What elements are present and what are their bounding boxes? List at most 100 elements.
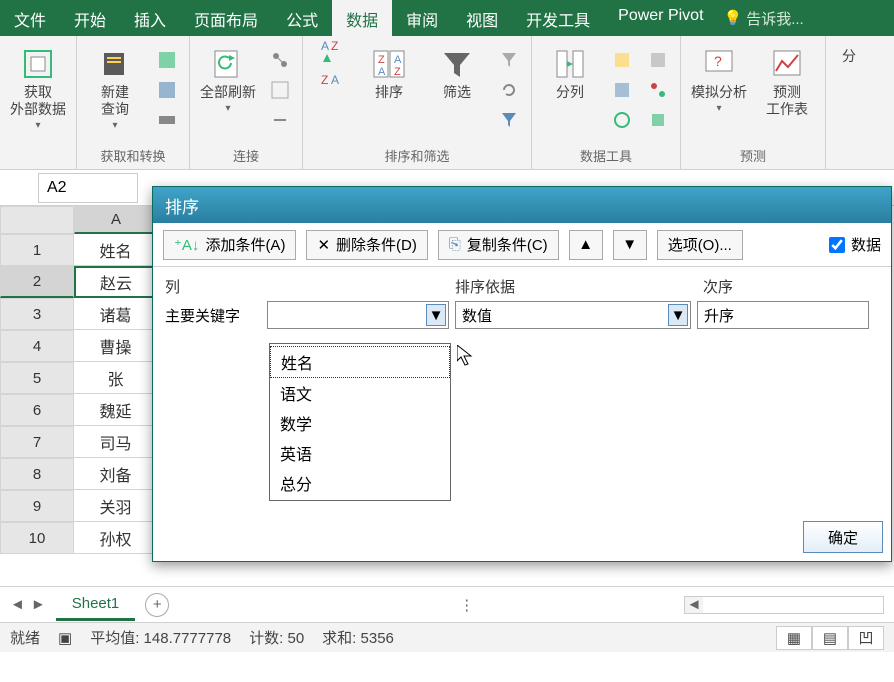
dropdown-item-total[interactable]: 总分 <box>270 468 450 498</box>
sort-dialog: 排序 ⁺A↓添加条件(A) ✕删除条件(D) ⎘复制条件(C) ▲ ▼ 选项(O… <box>152 186 892 562</box>
cell-a1[interactable]: 姓名 <box>74 234 158 266</box>
status-sum: 求和: 5356 <box>322 627 394 648</box>
dropdown-item-math[interactable]: 数学 <box>270 408 450 438</box>
sheet-nav-next[interactable]: ► <box>31 596 46 613</box>
add-condition-button[interactable]: ⁺A↓添加条件(A) <box>163 230 296 260</box>
cell-a8[interactable]: 刘备 <box>74 458 158 490</box>
row-header-3[interactable]: 3 <box>0 298 74 330</box>
scroll-left-icon[interactable]: ◄ <box>685 597 703 613</box>
page-layout-view-button[interactable]: ▤ <box>812 626 848 650</box>
row-header-7[interactable]: 7 <box>0 426 74 458</box>
tell-me-search[interactable]: 💡告诉我... <box>724 0 804 36</box>
text-to-columns-button[interactable]: 分列 <box>540 40 600 101</box>
recent-sources-button[interactable] <box>153 106 181 134</box>
manage-data-model-button[interactable] <box>644 106 672 134</box>
move-up-button[interactable]: ▲ <box>569 230 603 260</box>
ribbon-tabs: 文件 开始 插入 页面布局 公式 数据 审阅 视图 开发工具 Power Piv… <box>0 0 894 36</box>
cell-a4[interactable]: 曹操 <box>74 330 158 362</box>
cell-a6[interactable]: 魏延 <box>74 394 158 426</box>
external-data-icon <box>20 46 56 82</box>
relationships-button[interactable] <box>644 76 672 104</box>
tab-file[interactable]: 文件 <box>0 0 60 36</box>
refresh-all-button[interactable]: 全部刷新 ▾ <box>198 40 258 114</box>
forecast-sheet-button[interactable]: 预测 工作表 <box>757 40 817 118</box>
tab-page-layout[interactable]: 页面布局 <box>180 0 272 36</box>
dropdown-item-chinese[interactable]: 语文 <box>270 378 450 408</box>
properties-button[interactable] <box>266 76 294 104</box>
sheet-tab-sheet1[interactable]: Sheet1 <box>56 589 136 621</box>
group-label-get-transform: 获取和转换 <box>100 144 165 169</box>
order-select[interactable]: 升序 <box>697 301 869 329</box>
remove-duplicates-button[interactable] <box>608 76 636 104</box>
cell-a7[interactable]: 司马 <box>74 426 158 458</box>
row-header-9[interactable]: 9 <box>0 490 74 522</box>
chevron-down-icon[interactable]: ▼ <box>668 304 688 326</box>
has-header-checkbox[interactable]: 数据 <box>829 234 881 255</box>
name-box[interactable]: A2 <box>38 173 138 203</box>
tab-view[interactable]: 视图 <box>452 0 512 36</box>
column-select[interactable]: ▼ <box>267 301 449 329</box>
row-header-2[interactable]: 2 <box>0 266 74 298</box>
add-icon: ⁺A↓ <box>174 236 199 254</box>
row-header-8[interactable]: 8 <box>0 458 74 490</box>
macro-record-icon[interactable]: ▣ <box>58 629 72 647</box>
page-break-view-button[interactable]: 凹 <box>848 626 884 650</box>
tab-insert[interactable]: 插入 <box>120 0 180 36</box>
copy-condition-button[interactable]: ⎘复制条件(C) <box>438 230 559 260</box>
cell-a10[interactable]: 孙权 <box>74 522 158 554</box>
flash-fill-button[interactable] <box>608 46 636 74</box>
tab-power-pivot[interactable]: Power Pivot <box>604 0 717 36</box>
row-header-6[interactable]: 6 <box>0 394 74 426</box>
edit-links-button[interactable] <box>266 106 294 134</box>
col-header-a[interactable]: A <box>74 206 158 234</box>
cell-a2[interactable]: 赵云 <box>74 266 158 298</box>
options-button[interactable]: 选项(O)... <box>657 230 743 260</box>
copy-icon: ⎘ <box>449 236 461 253</box>
group-button[interactable]: 分 <box>834 40 864 65</box>
advanced-filter-button[interactable] <box>495 106 523 134</box>
data-validation-button[interactable] <box>608 106 636 134</box>
reapply-button[interactable] <box>495 76 523 104</box>
funnel-icon <box>439 46 475 82</box>
get-external-data-button[interactable]: 获取 外部数据 ▾ <box>8 40 68 131</box>
has-header-checkbox-input[interactable] <box>829 237 845 253</box>
from-table-button[interactable] <box>153 76 181 104</box>
row-header-5[interactable]: 5 <box>0 362 74 394</box>
sheet-nav-prev[interactable]: ◄ <box>10 596 25 613</box>
horizontal-scrollbar[interactable]: ◄ <box>684 596 884 614</box>
tab-developer[interactable]: 开发工具 <box>512 0 604 36</box>
move-down-button[interactable]: ▼ <box>613 230 647 260</box>
normal-view-button[interactable]: ▦ <box>776 626 812 650</box>
dropdown-item-english[interactable]: 英语 <box>270 438 450 468</box>
row-header-1[interactable]: 1 <box>0 234 74 266</box>
ok-button[interactable]: 确定 <box>803 521 883 553</box>
tab-review[interactable]: 审阅 <box>392 0 452 36</box>
svg-text:A: A <box>394 54 402 66</box>
svg-text:Z: Z <box>378 54 385 66</box>
column-dropdown-list: 姓名 语文 数学 英语 总分 <box>269 343 451 501</box>
consolidate-button[interactable] <box>644 46 672 74</box>
row-header-4[interactable]: 4 <box>0 330 74 362</box>
filter-button[interactable]: 筛选 <box>427 40 487 101</box>
dropdown-item-name[interactable]: 姓名 <box>270 346 450 378</box>
sort-on-select[interactable]: 数值 ▼ <box>455 301 691 329</box>
sort-az-button[interactable]: AZZA <box>311 40 351 82</box>
sort-button[interactable]: ZAAZ 排序 <box>359 40 419 101</box>
new-sheet-button[interactable]: + <box>145 593 169 617</box>
cell-a9[interactable]: 关羽 <box>74 490 158 522</box>
tab-home[interactable]: 开始 <box>60 0 120 36</box>
new-query-button[interactable]: 新建 查询 ▾ <box>85 40 145 131</box>
tab-data[interactable]: 数据 <box>332 0 392 36</box>
ribbon-body: 获取 外部数据 ▾ 新建 查询 ▾ 获取和转换 全部刷新 ▾ <box>0 36 894 170</box>
clear-filter-button[interactable] <box>495 46 523 74</box>
whatif-analysis-button[interactable]: ? 模拟分析 ▾ <box>689 40 749 114</box>
show-queries-button[interactable] <box>153 46 181 74</box>
row-header-10[interactable]: 10 <box>0 522 74 554</box>
tab-formulas[interactable]: 公式 <box>272 0 332 36</box>
cell-a5[interactable]: 张 <box>74 362 158 394</box>
chevron-down-icon[interactable]: ▼ <box>426 304 446 326</box>
connections-button[interactable] <box>266 46 294 74</box>
delete-condition-button[interactable]: ✕删除条件(D) <box>306 230 427 260</box>
cell-a3[interactable]: 诸葛 <box>74 298 158 330</box>
select-all-corner[interactable] <box>0 206 74 234</box>
